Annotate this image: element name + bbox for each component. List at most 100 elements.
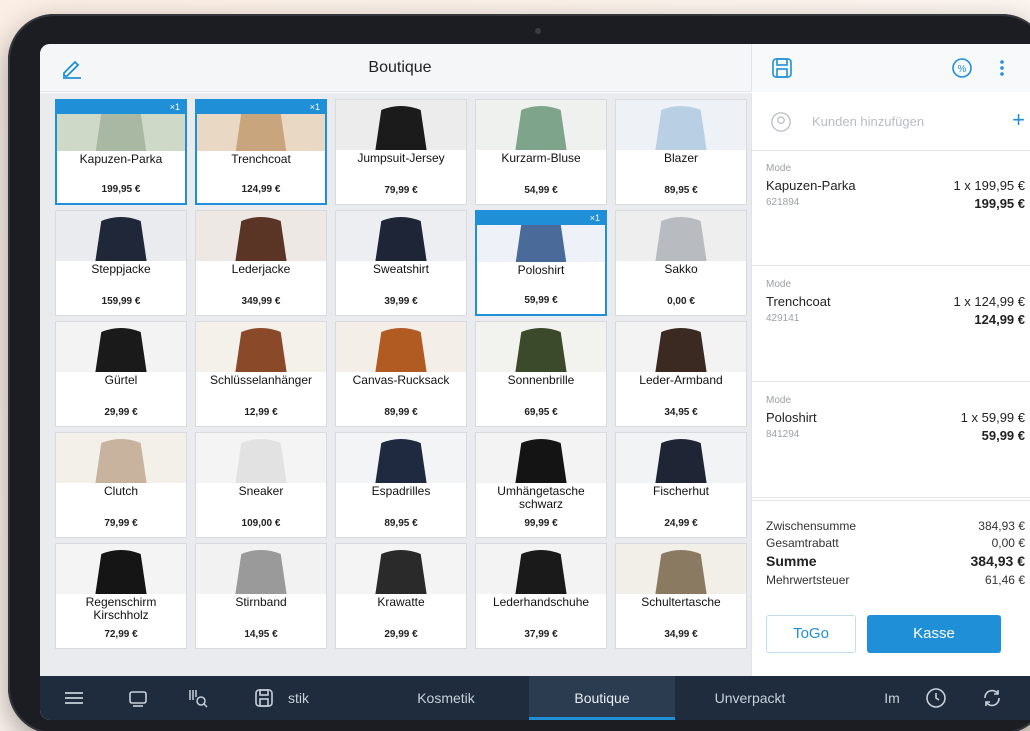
product-tile[interactable]: Schlüsselanhänger 12,99 € <box>195 321 327 427</box>
product-tile[interactable]: Sweatshirt 39,99 € <box>335 210 467 316</box>
product-image <box>56 322 186 372</box>
cart-item-quantity: 1 x 124,99 € <box>953 294 1025 309</box>
vat-label: Mehrwertsteuer <box>766 573 850 587</box>
add-customer-button[interactable]: + <box>1012 107 1025 133</box>
product-tile[interactable]: ×1 Trenchcoat 124,99 € <box>195 99 327 205</box>
sync-icon[interactable] <box>980 686 1004 710</box>
product-name: Sonnenbrille <box>507 373 575 387</box>
product-tile[interactable]: Sneaker 109,00 € <box>195 432 327 538</box>
screen-icon[interactable] <box>126 686 150 710</box>
product-image <box>56 433 186 483</box>
product-tile[interactable]: Sakko 0,00 € <box>615 210 747 316</box>
product-tile[interactable]: Steppjacke 159,99 € <box>55 210 187 316</box>
product-price: 29,99 € <box>384 629 418 640</box>
product-tile[interactable]: Fischerhut 24,99 € <box>615 432 747 538</box>
product-tile[interactable]: Espadrilles 89,95 € <box>335 432 467 538</box>
product-tile[interactable]: Lederhandschuhe 37,99 € <box>475 543 607 649</box>
menu-icon[interactable] <box>62 686 86 710</box>
more-vertical-icon[interactable] <box>990 56 1014 80</box>
product-price: 39,99 € <box>384 296 418 307</box>
product-price: 72,99 € <box>104 629 138 640</box>
product-tile[interactable]: Schultertasche 34,99 € <box>615 543 747 649</box>
product-tile[interactable]: ×1 Kapuzen-Parka 199,95 € <box>55 99 187 205</box>
product-tile[interactable]: Regenschirm Kirschholz 72,99 € <box>55 543 187 649</box>
product-name: Schlüsselanhänger <box>209 373 313 387</box>
bottom-bar: stik Kosmetik Boutique Unverpackt Im <box>40 676 1030 720</box>
product-tile[interactable]: Krawatte 29,99 € <box>335 543 467 649</box>
product-image <box>196 433 326 483</box>
product-name: Krawatte <box>377 595 425 609</box>
product-image <box>616 433 746 483</box>
product-image <box>336 100 466 150</box>
product-tile[interactable]: Umhängetasche schwarz 99,99 € <box>475 432 607 538</box>
product-price: 24,99 € <box>664 518 698 529</box>
tablet-frame: Boutique % ×1 Kapuzen-Parka 199,95 € ×1 Tren… <box>8 14 1030 731</box>
cart-item-category: Mode <box>766 279 792 290</box>
product-image <box>336 211 466 261</box>
product-tile[interactable]: Kurzarm-Bluse 54,99 € <box>475 99 607 205</box>
cart-item[interactable]: Mode Trenchcoat 1 x 124,99 € 429141 124,99 € <box>752 267 1030 382</box>
clock-icon[interactable] <box>924 686 948 710</box>
vat-value: 61,46 € <box>984 573 1025 587</box>
product-tile[interactable]: ×1 Poloshirt 59,99 € <box>475 210 607 316</box>
product-tile[interactable]: Gürtel 29,99 € <box>55 321 187 427</box>
product-image <box>616 544 746 594</box>
cart-item-category: Mode <box>766 163 792 174</box>
tab-stik[interactable]: stik <box>288 676 328 720</box>
camera <box>535 28 541 34</box>
tab-im[interactable]: Im <box>880 676 904 720</box>
product-image <box>56 211 186 261</box>
product-price: 34,95 € <box>664 407 698 418</box>
cart-item-sku: 841294 <box>766 429 800 440</box>
product-tile[interactable]: Stirnband 14,95 € <box>195 543 327 649</box>
product-price: 37,99 € <box>524 629 558 640</box>
screen: Boutique % ×1 Kapuzen-Parka 199,95 € ×1 Tren… <box>40 44 1030 720</box>
checkout-button[interactable]: Kasse <box>867 615 1001 653</box>
cart-item[interactable]: Mode Kapuzen-Parka 1 x 199,95 € 621894 199,9… <box>752 151 1030 266</box>
tab-unverpackt[interactable]: Unverpackt <box>680 676 820 720</box>
discount-value: 0,00 € <box>991 536 1025 550</box>
cart-item-sku: 621894 <box>766 197 800 208</box>
product-name: Clutch <box>103 484 138 498</box>
togo-button[interactable]: ToGo <box>766 615 856 653</box>
product-tile[interactable]: Canvas-Rucksack 89,99 € <box>335 321 467 427</box>
product-name: Sneaker <box>238 484 284 498</box>
barcode-search-icon[interactable] <box>186 686 210 710</box>
product-name: Poloshirt <box>517 263 565 277</box>
sum-row: Summe 384,93 € <box>766 553 1025 569</box>
product-image <box>616 211 746 261</box>
cart-item-name: Kapuzen-Parka <box>766 178 856 193</box>
product-price: 89,99 € <box>384 407 418 418</box>
product-image <box>616 322 746 372</box>
product-price: 349,99 € <box>241 296 281 307</box>
product-name: Sweatshirt <box>372 262 430 276</box>
product-tile[interactable]: Jumpsuit-Jersey 79,99 € <box>335 99 467 205</box>
percent-icon[interactable]: % <box>950 56 974 80</box>
product-image <box>336 322 466 372</box>
product-tile[interactable]: Leder-Armband 34,95 € <box>615 321 747 427</box>
subtotal-value: 384,93 € <box>978 519 1025 533</box>
save-icon[interactable] <box>770 56 794 80</box>
product-price: 89,95 € <box>664 185 698 196</box>
product-tile[interactable]: Lederjacke 349,99 € <box>195 210 327 316</box>
cart-item-total: 199,95 € <box>974 196 1025 211</box>
product-name: Kapuzen-Parka <box>79 152 163 166</box>
save-icon[interactable] <box>252 686 276 710</box>
product-price: 34,99 € <box>664 629 698 640</box>
product-tile[interactable]: Sonnenbrille 69,95 € <box>475 321 607 427</box>
tab-kosmetik[interactable]: Kosmetik <box>376 676 516 720</box>
product-name: Leder-Armband <box>639 373 723 387</box>
cart-item-sku: 429141 <box>766 313 800 324</box>
tab-boutique[interactable]: Boutique <box>529 676 675 720</box>
product-price: 54,99 € <box>524 185 558 196</box>
cart-item[interactable]: Mode Poloshirt 1 x 59,99 € 841294 59,99 € <box>752 383 1030 498</box>
cart-item-name: Poloshirt <box>766 410 817 425</box>
product-tile[interactable]: Clutch 79,99 € <box>55 432 187 538</box>
product-name: Canvas-Rucksack <box>352 373 450 387</box>
customer-row[interactable]: Kunden hinzufügen + <box>752 93 1030 151</box>
discount-row: Gesamtrabatt 0,00 € <box>766 536 1025 550</box>
product-name: Kurzarm-Bluse <box>501 151 581 165</box>
product-tile[interactable]: Blazer 89,95 € <box>615 99 747 205</box>
svg-text:%: % <box>958 64 967 75</box>
product-image <box>56 544 186 594</box>
